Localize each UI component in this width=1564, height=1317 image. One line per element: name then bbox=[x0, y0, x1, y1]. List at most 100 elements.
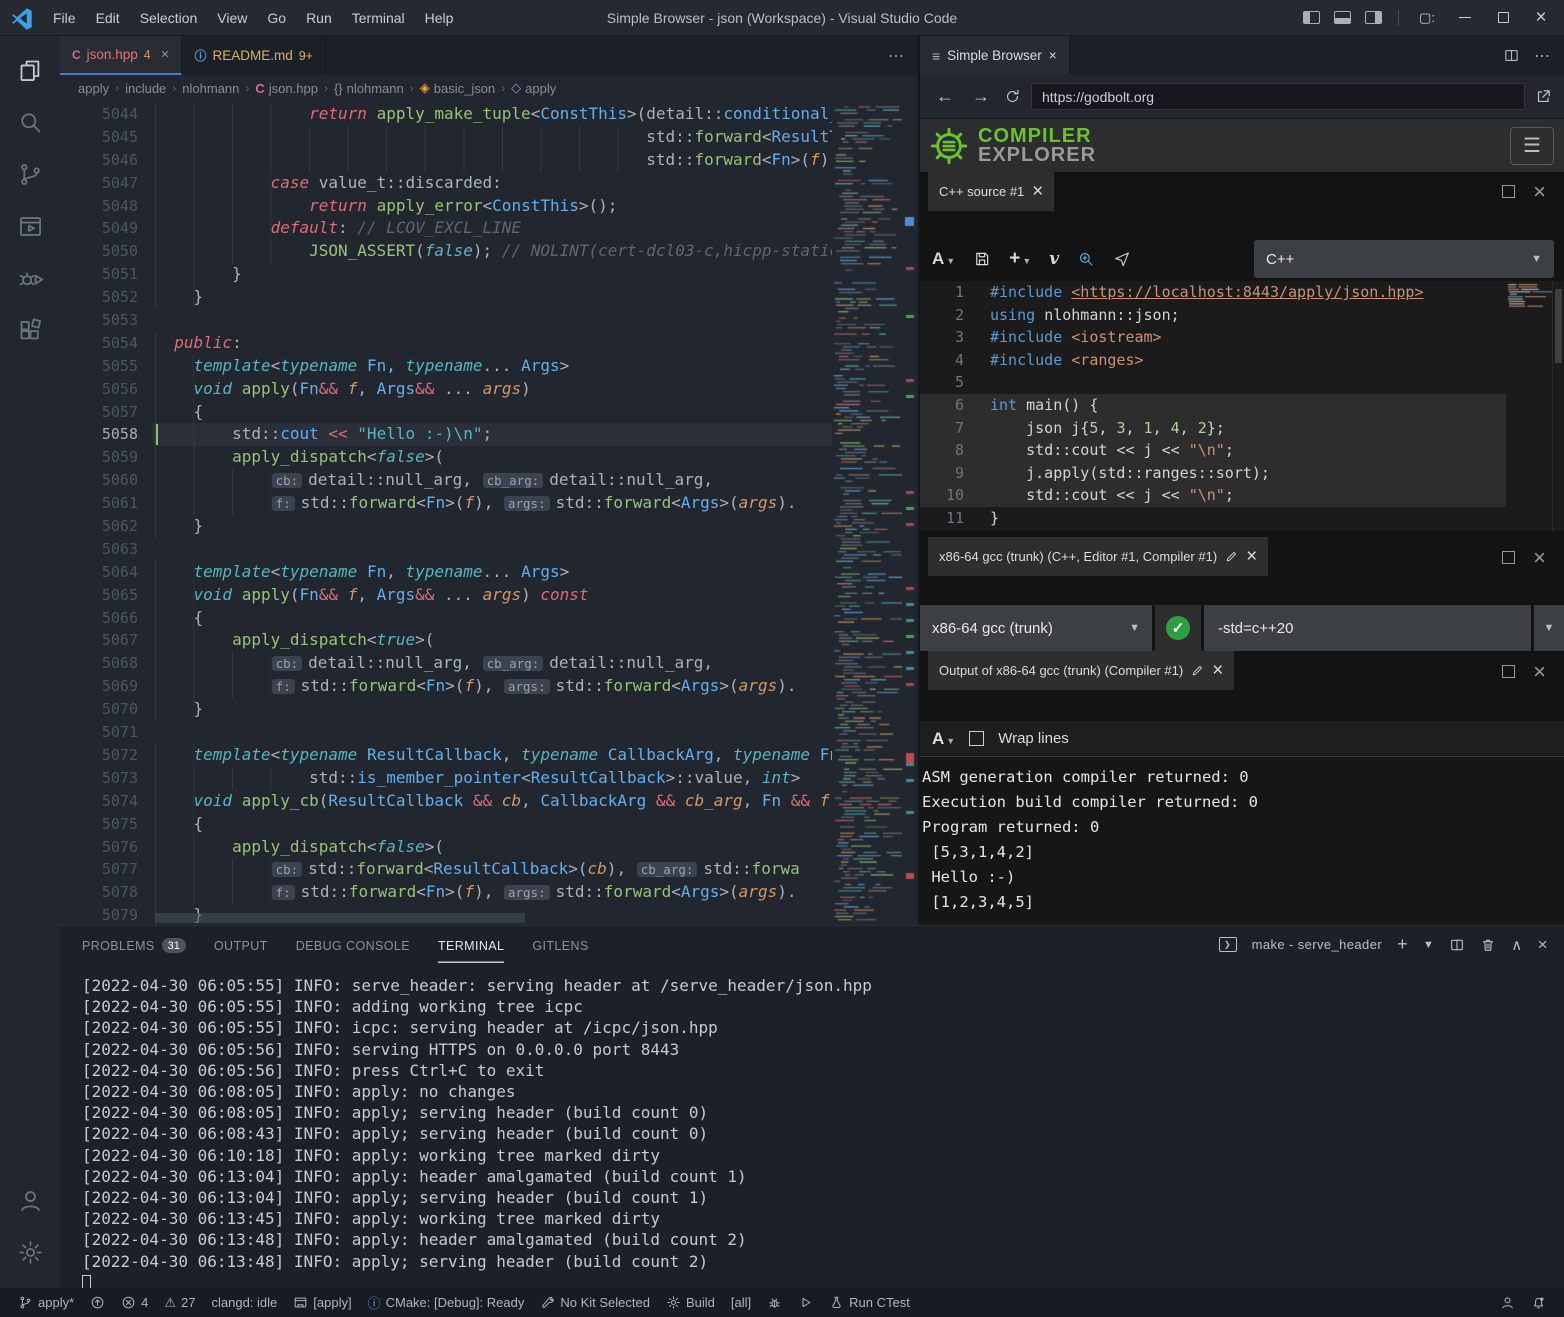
hamburger-menu-icon[interactable]: ☰ bbox=[1510, 127, 1554, 165]
new-terminal-icon[interactable]: + bbox=[1397, 934, 1408, 955]
status-clangd-idle[interactable]: clangd: idle bbox=[204, 1288, 286, 1317]
close-button[interactable]: × bbox=[1524, 4, 1558, 32]
url-input[interactable]: https://godbolt.org bbox=[1031, 83, 1525, 110]
status-play-icon[interactable] bbox=[790, 1288, 821, 1317]
more-actions-icon[interactable]: ⋯ bbox=[874, 36, 918, 75]
activity-item-account[interactable] bbox=[6, 1174, 54, 1226]
terminal-output[interactable]: [2022-04-30 06:05:55] INFO: serve_header… bbox=[60, 963, 1564, 1288]
status-person-icon[interactable] bbox=[1492, 1295, 1523, 1310]
maximize-pane-icon[interactable] bbox=[1502, 185, 1515, 198]
status-all[interactable]: [all] bbox=[723, 1288, 759, 1317]
customize-layout-icon[interactable]: ▢: bbox=[1410, 4, 1444, 32]
menu-run[interactable]: Run bbox=[297, 6, 341, 30]
close-icon[interactable]: × bbox=[1032, 185, 1043, 198]
status-no-kit-selected[interactable]: No Kit Selected bbox=[532, 1288, 658, 1317]
language-select[interactable]: C++ ▼ bbox=[1254, 240, 1554, 278]
status-cloud-upload-icon[interactable] bbox=[82, 1288, 113, 1317]
panel-tab-problems[interactable]: PROBLEMS31 bbox=[82, 926, 186, 963]
menu-help[interactable]: Help bbox=[416, 6, 463, 30]
code-editor[interactable]: 5044return apply_make_tuple<ConstThis>(d… bbox=[60, 101, 918, 925]
tab-simple-browser[interactable]: ≡ Simple Browser × bbox=[920, 36, 1070, 75]
ce-source-tab[interactable]: C++ source #1 × bbox=[928, 172, 1054, 211]
menu-go[interactable]: Go bbox=[258, 6, 295, 30]
compiler-options-input[interactable]: -std=c++20 bbox=[1204, 605, 1531, 651]
terminal-title[interactable]: make - serve_header bbox=[1252, 937, 1382, 952]
activity-item-debug[interactable] bbox=[6, 252, 54, 304]
tab-json.hpp[interactable]: Cjson.hpp4× bbox=[60, 36, 182, 75]
toggle-sidebar-icon[interactable] bbox=[1303, 11, 1320, 24]
panel-tab-gitlens[interactable]: GITLENS bbox=[532, 926, 588, 963]
maximize-button[interactable] bbox=[1486, 4, 1520, 32]
breadcrumb-item-include[interactable]: include bbox=[125, 81, 166, 96]
maximize-pane-icon[interactable] bbox=[1502, 665, 1515, 678]
ce-logo[interactable]: COMPILER EXPLORER bbox=[920, 125, 1096, 167]
panel-tab-output[interactable]: OUTPUT bbox=[214, 926, 268, 963]
ce-compiler-tab[interactable]: x86-64 gcc (trunk) (C++, Editor #1, Comp… bbox=[928, 537, 1268, 576]
save-icon[interactable] bbox=[973, 250, 991, 268]
panel-tab-terminal[interactable]: TERMINAL bbox=[438, 926, 504, 963]
breadcrumb-item-json.hpp[interactable]: Cjson.hpp bbox=[255, 81, 318, 96]
status-run-ctest[interactable]: Run CTest bbox=[821, 1288, 918, 1317]
close-pane-icon[interactable]: × bbox=[1533, 551, 1546, 564]
horizontal-scrollbar[interactable] bbox=[155, 913, 525, 923]
zoom-icon[interactable] bbox=[1077, 250, 1095, 268]
breadcrumb-item-apply[interactable]: apply bbox=[78, 81, 109, 96]
status-cmake-debug-ready[interactable]: ⓘCMake: [Debug]: Ready bbox=[360, 1288, 533, 1317]
panel-tab-debug-console[interactable]: DEBUG CONSOLE bbox=[296, 926, 410, 963]
status-4[interactable]: 4 bbox=[113, 1288, 156, 1317]
ce-minimap[interactable] bbox=[1506, 281, 1552, 531]
close-panel-icon[interactable]: × bbox=[1538, 935, 1548, 955]
status-bell-icon[interactable] bbox=[1523, 1295, 1554, 1310]
open-external-icon[interactable] bbox=[1535, 88, 1552, 105]
back-icon[interactable]: ← bbox=[932, 86, 958, 107]
forward-icon[interactable]: → bbox=[968, 86, 994, 107]
status-build[interactable]: Build bbox=[658, 1288, 723, 1317]
wrap-lines-checkbox[interactable] bbox=[969, 731, 984, 746]
chevron-down-icon[interactable]: ▼ bbox=[1423, 939, 1434, 951]
kill-terminal-icon[interactable] bbox=[1480, 937, 1496, 953]
activity-item-settings-gear[interactable] bbox=[6, 1226, 54, 1278]
tab-readme.md[interactable]: ⓘREADME.md9+ bbox=[182, 36, 326, 75]
edit-title-icon[interactable] bbox=[1191, 664, 1204, 677]
breadcrumb-item-apply[interactable]: ◇apply bbox=[511, 80, 556, 96]
vim-mode-icon[interactable]: v bbox=[1049, 249, 1059, 269]
maximize-pane-icon[interactable] bbox=[1502, 551, 1515, 564]
edit-title-icon[interactable] bbox=[1225, 550, 1238, 563]
pin-icon[interactable] bbox=[1113, 250, 1131, 268]
options-dropdown-icon[interactable]: ▼ bbox=[1534, 605, 1564, 651]
menu-terminal[interactable]: Terminal bbox=[343, 6, 414, 30]
toggle-secondary-sidebar-icon[interactable] bbox=[1365, 11, 1382, 24]
status-27[interactable]: ⚠27 bbox=[156, 1288, 203, 1317]
toggle-panel-icon[interactable] bbox=[1334, 11, 1351, 24]
ce-output-tab[interactable]: Output of x86-64 gcc (trunk) (Compiler #… bbox=[928, 651, 1234, 690]
menu-file[interactable]: File bbox=[44, 6, 85, 30]
breadcrumb-item-nlohmann[interactable]: {}nlohmann bbox=[334, 81, 404, 96]
ce-source-editor[interactable]: 1#include <https://localhost:8443/apply/… bbox=[920, 281, 1564, 531]
font-size-button[interactable]: A▼ bbox=[932, 729, 955, 749]
status-bug-icon[interactable] bbox=[759, 1288, 790, 1317]
menu-view[interactable]: View bbox=[208, 6, 256, 30]
split-editor-icon[interactable] bbox=[1503, 47, 1520, 64]
close-pane-icon[interactable]: × bbox=[1533, 185, 1546, 198]
status-apply[interactable]: apply* bbox=[10, 1288, 82, 1317]
more-actions-icon[interactable]: ⋯ bbox=[1534, 46, 1550, 66]
breadcrumb-item-nlohmann[interactable]: nlohmann bbox=[182, 81, 239, 96]
maximize-panel-icon[interactable]: ∧ bbox=[1511, 936, 1522, 954]
breadcrumb-item-basic_json[interactable]: ◈basic_json bbox=[420, 80, 495, 96]
menu-edit[interactable]: Edit bbox=[87, 6, 129, 30]
close-icon[interactable]: × bbox=[161, 46, 170, 63]
status-apply[interactable]: [apply] bbox=[285, 1288, 359, 1317]
activity-item-run-panel[interactable] bbox=[6, 200, 54, 252]
split-terminal-icon[interactable] bbox=[1449, 937, 1465, 953]
reload-icon[interactable] bbox=[1004, 88, 1021, 105]
activity-item-source-control[interactable] bbox=[6, 148, 54, 200]
ce-scrollbar[interactable] bbox=[1552, 281, 1564, 531]
close-icon[interactable]: × bbox=[1246, 550, 1257, 563]
activity-item-search[interactable] bbox=[6, 96, 54, 148]
close-icon[interactable]: × bbox=[1049, 48, 1057, 63]
compiler-select[interactable]: x86-64 gcc (trunk) ▼ bbox=[920, 605, 1152, 651]
minimap[interactable] bbox=[832, 101, 902, 925]
close-pane-icon[interactable]: × bbox=[1533, 665, 1546, 678]
close-icon[interactable]: × bbox=[1212, 664, 1223, 677]
menu-selection[interactable]: Selection bbox=[131, 6, 207, 30]
